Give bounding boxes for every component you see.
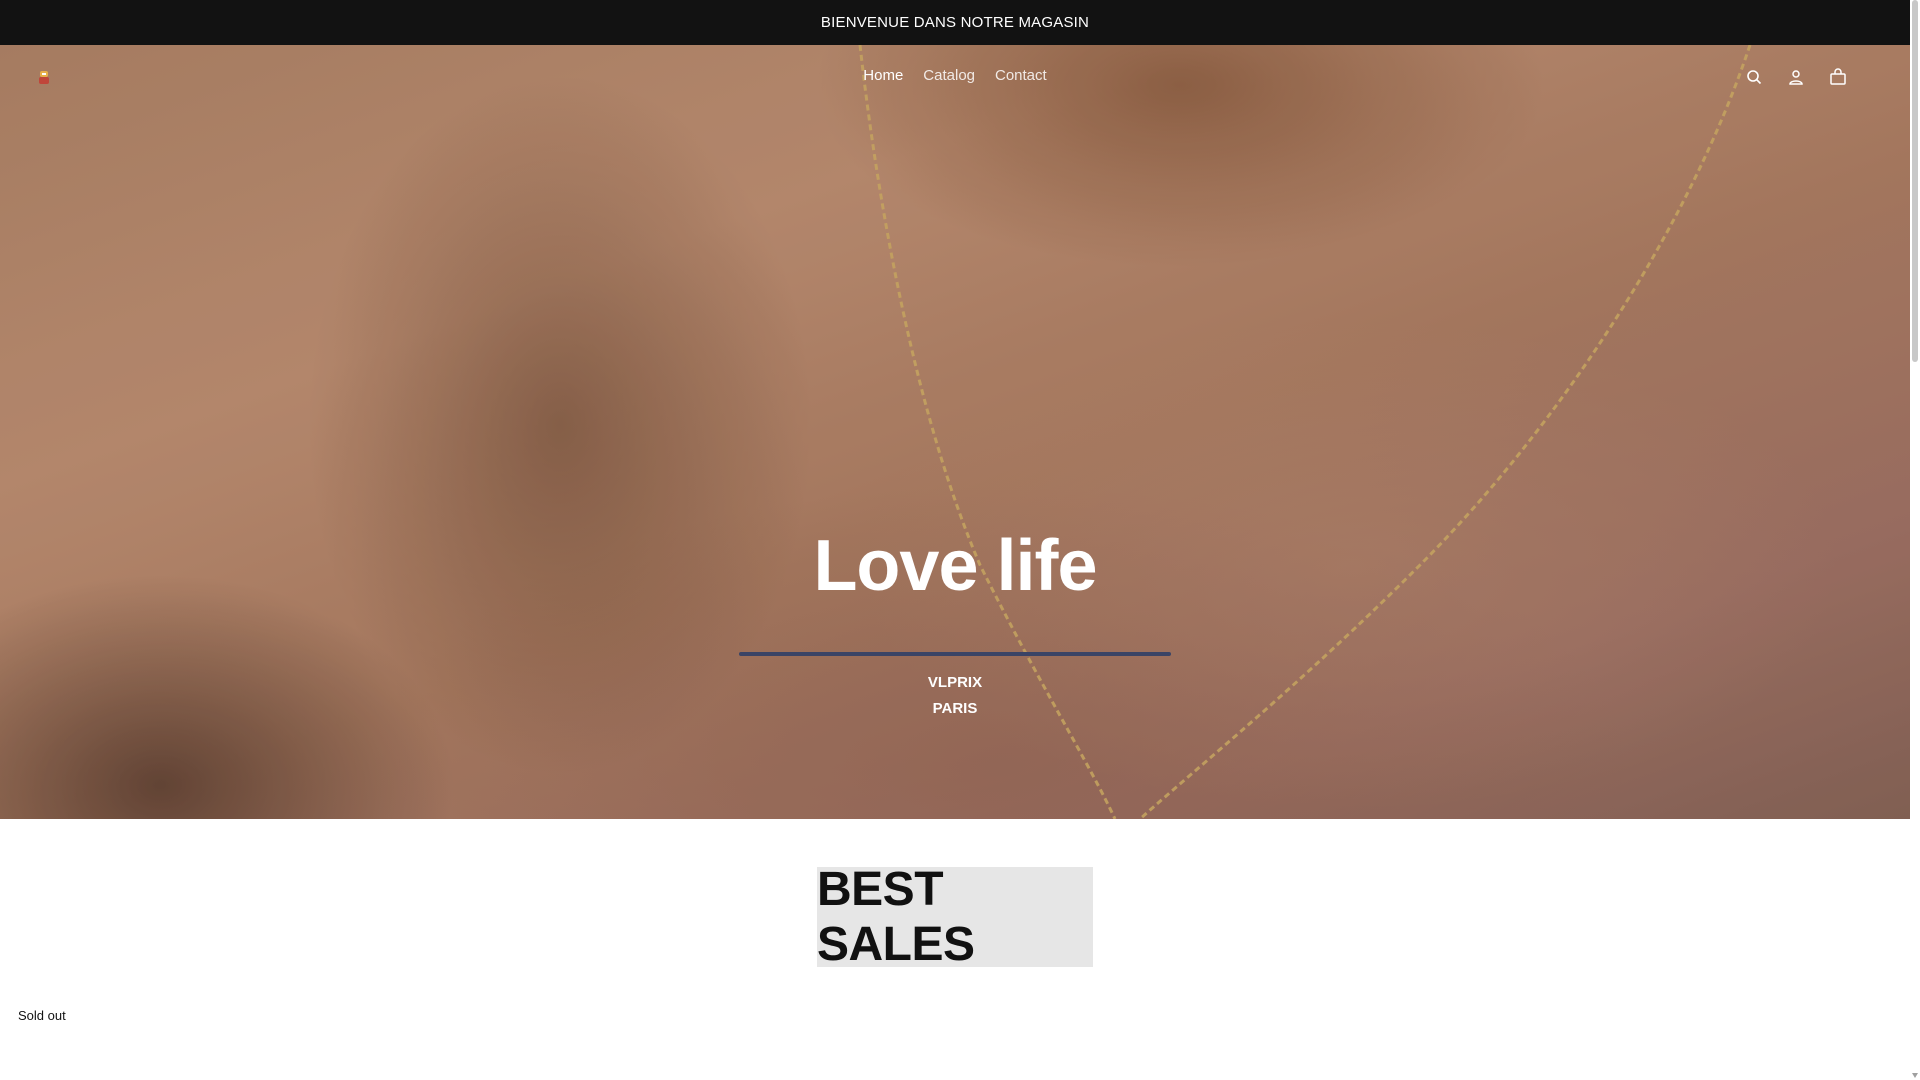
- scrollbar-thumb[interactable]: [1912, 0, 1918, 362]
- hero-subtitle-line2: PARIS: [932, 700, 978, 717]
- announcement-text: BIENVENUE DANS NOTRE MAGASIN: [820, 14, 1090, 31]
- nav-contact[interactable]: Contact: [995, 67, 1047, 84]
- hero-title: Love life: [813, 526, 1097, 606]
- account-icon[interactable]: [1786, 67, 1806, 87]
- main-nav: Home Catalog Contact: [0, 67, 1910, 84]
- search-icon[interactable]: [1744, 67, 1764, 87]
- cart-icon[interactable]: [1828, 67, 1848, 87]
- page-scrollbar[interactable]: [1910, 0, 1920, 1080]
- announcement-bar: BIENVENUE DANS NOTRE MAGASIN: [0, 0, 1910, 45]
- nav-catalog[interactable]: Catalog: [923, 67, 975, 84]
- hero-divider: [739, 652, 1171, 656]
- sold-out-badge: Sold out: [18, 1008, 66, 1023]
- site-header: Home Catalog Contact: [0, 45, 1910, 111]
- best-sales-heading: BEST SALES: [817, 863, 1093, 971]
- hero-subtitle-line1: VLPRIX: [927, 674, 983, 691]
- nav-home[interactable]: Home: [863, 67, 903, 84]
- storefront-page: BIENVENUE DANS NOTRE MAGASIN Home Catalo…: [0, 0, 1910, 1080]
- header-icons: [1744, 67, 1848, 87]
- scroll-down-arrow-icon[interactable]: [1912, 1073, 1918, 1078]
